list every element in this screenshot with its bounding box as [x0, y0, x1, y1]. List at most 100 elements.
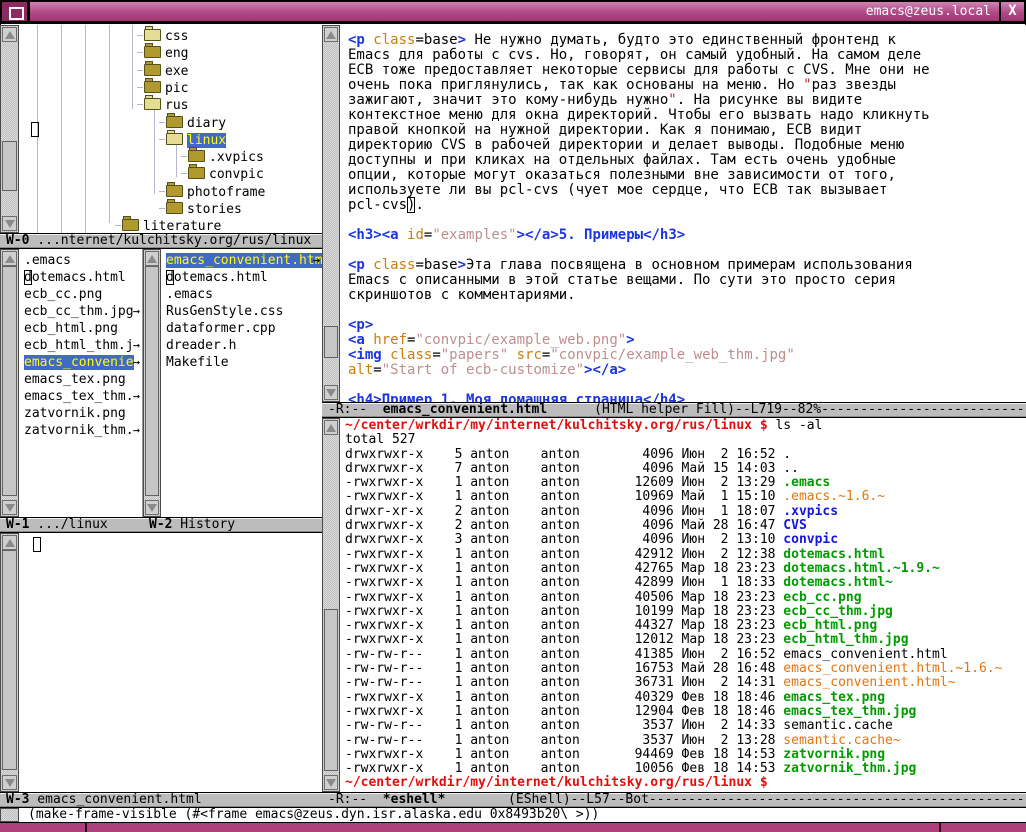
eshell-scrollbar[interactable] — [322, 418, 340, 792]
list-item[interactable]: .emacs — [24, 253, 142, 269]
modeline-text: History — [172, 517, 235, 532]
tree-connector — [159, 139, 165, 140]
code-line: Emacs с описанными в этой статье вещами.… — [348, 273, 930, 288]
list-item-label: .emacs — [166, 287, 213, 302]
close-button[interactable]: X — [1000, 1, 1025, 22]
list-item[interactable]: ecb_html.png — [24, 321, 142, 337]
list-item[interactable]: emacs_convenient.htm→ — [166, 253, 322, 269]
folder-icon — [144, 29, 161, 41]
file-name: .xvpics — [783, 504, 838, 519]
sources-scrollbar[interactable] — [0, 249, 19, 517]
scrollbar-thumb[interactable] — [324, 609, 338, 771]
modeline-text: (HTML helper Fill)--L719--82%-----------… — [547, 402, 1026, 417]
folder-icon — [188, 150, 205, 162]
directories-scrollbar[interactable] — [0, 25, 19, 233]
modeline-buffer-name: *eshell* — [383, 792, 446, 807]
list-item[interactable]: RusGenStyle.css — [166, 304, 322, 320]
scroll-down-icon[interactable] — [324, 775, 338, 790]
tree-item[interactable]: literature — [115, 219, 221, 233]
list-item[interactable]: ecb_cc.png — [24, 287, 142, 303]
tree-connector — [137, 52, 143, 53]
list-item-label: .emacs — [24, 253, 71, 268]
scrollbar-thumb[interactable] — [2, 550, 17, 770]
folder-icon — [166, 133, 183, 145]
list-item-label: emacs_convenient.htm — [166, 253, 322, 268]
list-item[interactable]: zatvornik_thm.→ — [24, 423, 142, 439]
tree-item[interactable]: rus — [137, 98, 188, 114]
minibuffer-scrollbar-stub — [0, 808, 19, 822]
tree-item-label: linux — [187, 133, 226, 148]
list-item[interactable]: ecb_cc_thm.jpg→ — [24, 304, 142, 320]
list-item[interactable]: zatvornik.png — [24, 406, 142, 422]
list-item[interactable]: emacs_tex.png — [24, 372, 142, 388]
tree-item[interactable]: stories — [159, 202, 242, 218]
list-item[interactable]: dataformer.cpp — [166, 321, 322, 337]
modeline-label: W-2 — [149, 517, 172, 532]
eshell-line: -rwxrwxr-x 1 anton anton 12904 Фев 18 18… — [345, 705, 1002, 719]
tree-guide-line — [61, 25, 62, 233]
directories-window[interactable]: cssengexepicrusdiarylinux.xvpicsconvpicp… — [19, 25, 322, 233]
code-line: <h3><a id="examples"></a>5. Примеры</h3> — [348, 228, 930, 243]
tree-guide-line — [132, 25, 133, 109]
list-item[interactable]: Makefile — [166, 355, 322, 371]
history-scrollbar[interactable] — [143, 249, 161, 517]
window-menu-button[interactable] — [1, 1, 28, 22]
history-window[interactable]: emacs_convenient.htm→dotemacs.html.emacs… — [161, 249, 322, 517]
scroll-down-icon[interactable] — [145, 500, 159, 515]
scroll-down-icon[interactable] — [2, 216, 17, 231]
scroll-up-icon[interactable] — [2, 27, 17, 42]
list-item-label: emacs_tex_thm. — [24, 389, 134, 404]
list-item-label: dataformer.cpp — [166, 321, 276, 336]
list-item[interactable]: .emacs — [166, 287, 322, 303]
scroll-down-icon[interactable] — [2, 775, 17, 790]
editor-scrollbar[interactable] — [322, 25, 340, 402]
list-item[interactable]: dreader.h — [166, 338, 322, 354]
scrollbar-thumb[interactable] — [2, 141, 17, 191]
list-item[interactable]: emacs_tex_thm.→ — [24, 389, 142, 405]
modeline-w0: W-0 ...nternet/kulchitsky.org/rus/linux — [0, 233, 322, 249]
scrollbar-thumb[interactable] — [324, 326, 338, 358]
eshell-line: -rwxrwxr-x 1 anton anton 94469 Фев 18 14… — [345, 748, 1002, 762]
eshell-line: -rwxrwxr-x 1 anton anton 10199 Мар 18 23… — [345, 605, 1002, 619]
list-item[interactable]: dotemacs.html — [166, 270, 322, 286]
scroll-up-icon[interactable] — [324, 420, 338, 435]
scroll-down-icon[interactable] — [324, 385, 338, 400]
eshell-output: ~/center/wrkdir/my/internet/kulchitsky.o… — [345, 419, 1002, 791]
scrollbar-thumb[interactable] — [2, 266, 17, 496]
sources-window[interactable]: .emacs dotemacs.htmlecb_cc.pngecb_cc_thm.… — [19, 249, 143, 517]
list-item[interactable]: emacs_convenie→ — [24, 355, 142, 371]
list-item-label: emacs_tex.png — [24, 372, 126, 387]
folder-icon — [166, 185, 183, 197]
frame-bottom-border — [0, 822, 1026, 832]
tree-guide-line — [85, 25, 86, 233]
frame-resize-notch — [939, 823, 941, 832]
folder-icon — [144, 64, 161, 76]
tree-connector — [181, 156, 187, 157]
editor-text: <p class=base> Не нужно думать, будто эт… — [348, 33, 930, 408]
file-name: CVS — [783, 518, 806, 533]
tree-connector — [137, 35, 143, 36]
w3-scrollbar[interactable] — [0, 533, 19, 792]
code-line: alt="Start of ecb-customize"></a> — [348, 363, 930, 378]
w3-window[interactable] — [19, 533, 322, 792]
scrollbar-thumb[interactable] — [145, 266, 159, 496]
scroll-up-icon[interactable] — [2, 251, 17, 266]
tree-item[interactable]: convpic — [181, 167, 264, 183]
list-item-label: Makefile — [166, 355, 229, 370]
scroll-up-icon[interactable] — [145, 251, 159, 266]
minibuffer[interactable]: (make-frame-visible (#<frame emacs@zeus.… — [0, 808, 1026, 822]
eshell-line: ~/center/wrkdir/my/internet/kulchitsky.o… — [345, 776, 1002, 790]
list-item[interactable]: ecb_html_thm.j→ — [24, 338, 142, 354]
code-line: <p> — [348, 318, 930, 333]
scroll-up-icon[interactable] — [324, 27, 338, 42]
truncation-arrow-icon: → — [133, 355, 140, 370]
scroll-down-icon[interactable] — [2, 500, 17, 515]
modeline-flags: -R:-- — [328, 402, 383, 417]
eshell-line: drwxrwxr-x 3 anton anton 4096 Июн 2 13:1… — [345, 533, 1002, 547]
frame-resize-notch — [85, 823, 87, 832]
scroll-up-icon[interactable] — [2, 535, 17, 550]
list-item[interactable]: dotemacs.html — [24, 270, 142, 286]
tree-item-label: rus — [165, 98, 188, 113]
eshell-line: -rwxrwxr-x 1 anton anton 40329 Фев 18 18… — [345, 691, 1002, 705]
tree-item[interactable]: eng — [137, 46, 188, 62]
